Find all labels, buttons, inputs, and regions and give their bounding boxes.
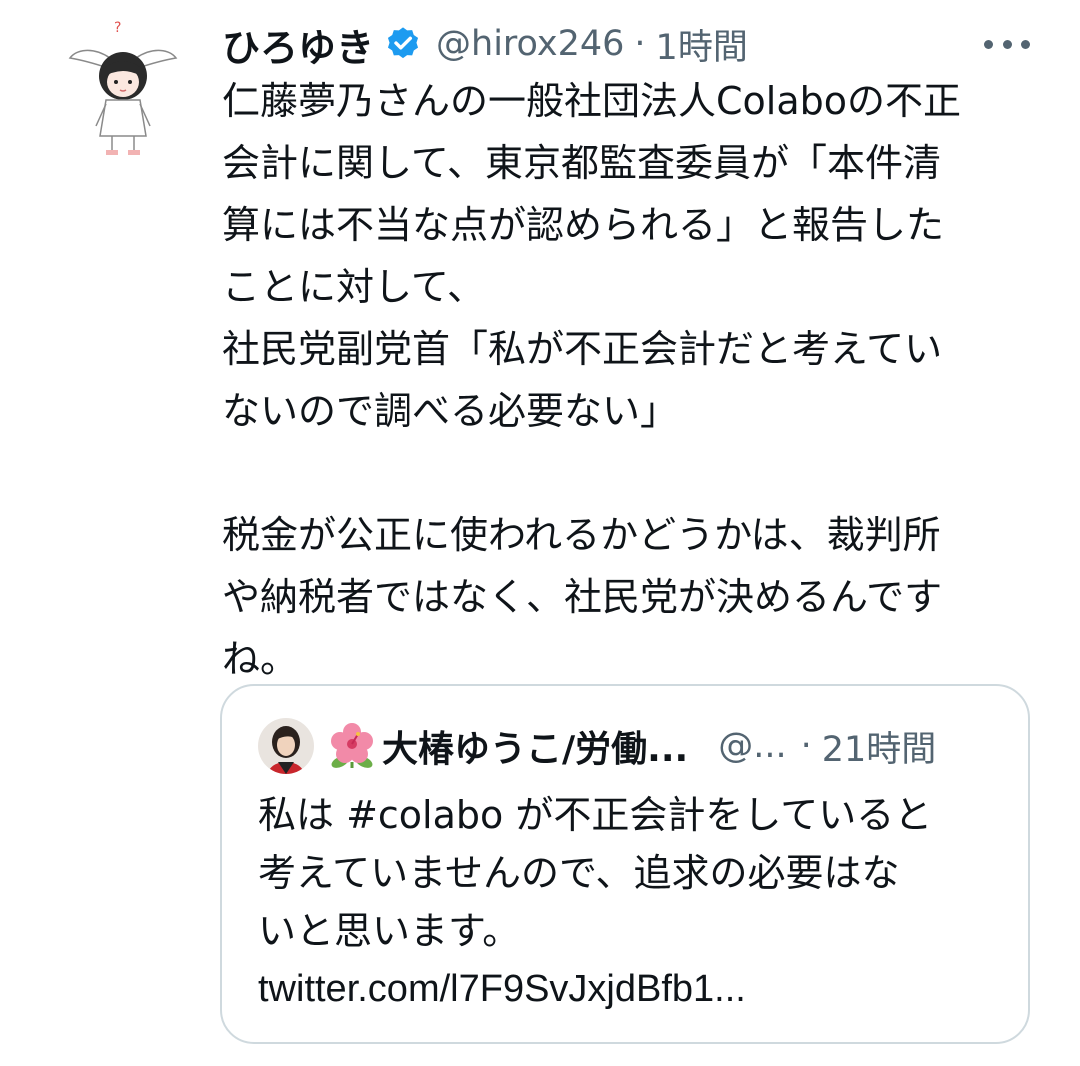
- tweet-body-line: ね。: [222, 637, 299, 681]
- tweet-body-line: 税金が公正に使われるかどうかは、裁判所: [222, 513, 941, 557]
- tweet-body-line: や納税者ではなく、社民党が決めるんです: [222, 575, 943, 619]
- author-handle[interactable]: @hirox246: [436, 24, 624, 64]
- tweet[interactable]: ? ひろゆき @hirox246 · 1時間 仁藤夢乃さんの一般社団法人Cola…: [0, 0, 1080, 1066]
- quoted-header-separator: ·: [800, 726, 812, 766]
- tweet-body-line: 社民党副党首「私が不正会計だと考えてい: [222, 327, 943, 371]
- quoted-tweet-link[interactable]: twitter.com/l7F9SvJxjdBfb1...: [258, 960, 998, 1018]
- author-name[interactable]: ひろゆき: [222, 17, 374, 72]
- verified-badge-icon: [384, 25, 422, 63]
- tweet-body-line: ないので調べる必要ない」: [222, 389, 679, 433]
- quoted-author-name[interactable]: 大椿ゆうこ/労働...: [382, 720, 688, 772]
- tweet-timestamp[interactable]: 1時間: [656, 19, 748, 70]
- svg-text:?: ?: [114, 20, 121, 36]
- quoted-tweet-body: 私は #colabo が不正会計をしていると 考えていませんので、追求の必要はな…: [258, 786, 998, 1018]
- hibiscus-emoji-icon: [328, 722, 376, 770]
- quoted-tweet-header: 大椿ゆうこ/労働... @... · 21時間: [258, 716, 998, 776]
- quoted-tweet-timestamp[interactable]: 21時間: [822, 721, 937, 772]
- tweet-body-line: ことに対して、: [222, 265, 485, 309]
- tweet-body-line: 会計に関して、東京都監査委員が「本件清: [222, 141, 941, 185]
- avatar-illustration: ?: [68, 20, 178, 155]
- header-separator: ·: [634, 24, 646, 64]
- tweet-body-line: 算には不当な点が認められる」と報告した: [222, 203, 945, 247]
- quoted-body-line: いと思います。: [258, 909, 521, 953]
- quoted-body-line: 考えていませんので、追求の必要はな: [258, 851, 900, 895]
- quoted-author-handle[interactable]: @...: [718, 726, 786, 766]
- quoted-author-avatar[interactable]: [258, 718, 314, 774]
- quoted-tweet-card[interactable]: 大椿ゆうこ/労働... @... · 21時間 私は #colabo が不正会計…: [220, 684, 1030, 1044]
- tweet-body-line: 仁藤夢乃さんの一般社団法人Colaboの不正: [222, 79, 961, 123]
- tweet-header: ひろゆき @hirox246 · 1時間: [222, 14, 1012, 74]
- quoted-body-line: 私は #colabo が不正会計をしていると: [258, 793, 933, 837]
- author-avatar[interactable]: ?: [62, 14, 182, 164]
- tweet-body-line: [222, 442, 1042, 504]
- more-options-icon[interactable]: [984, 30, 1030, 58]
- tweet-body: 仁藤夢乃さんの一般社団法人Colaboの不正 会計に関して、東京都監査委員が「本…: [222, 70, 1042, 690]
